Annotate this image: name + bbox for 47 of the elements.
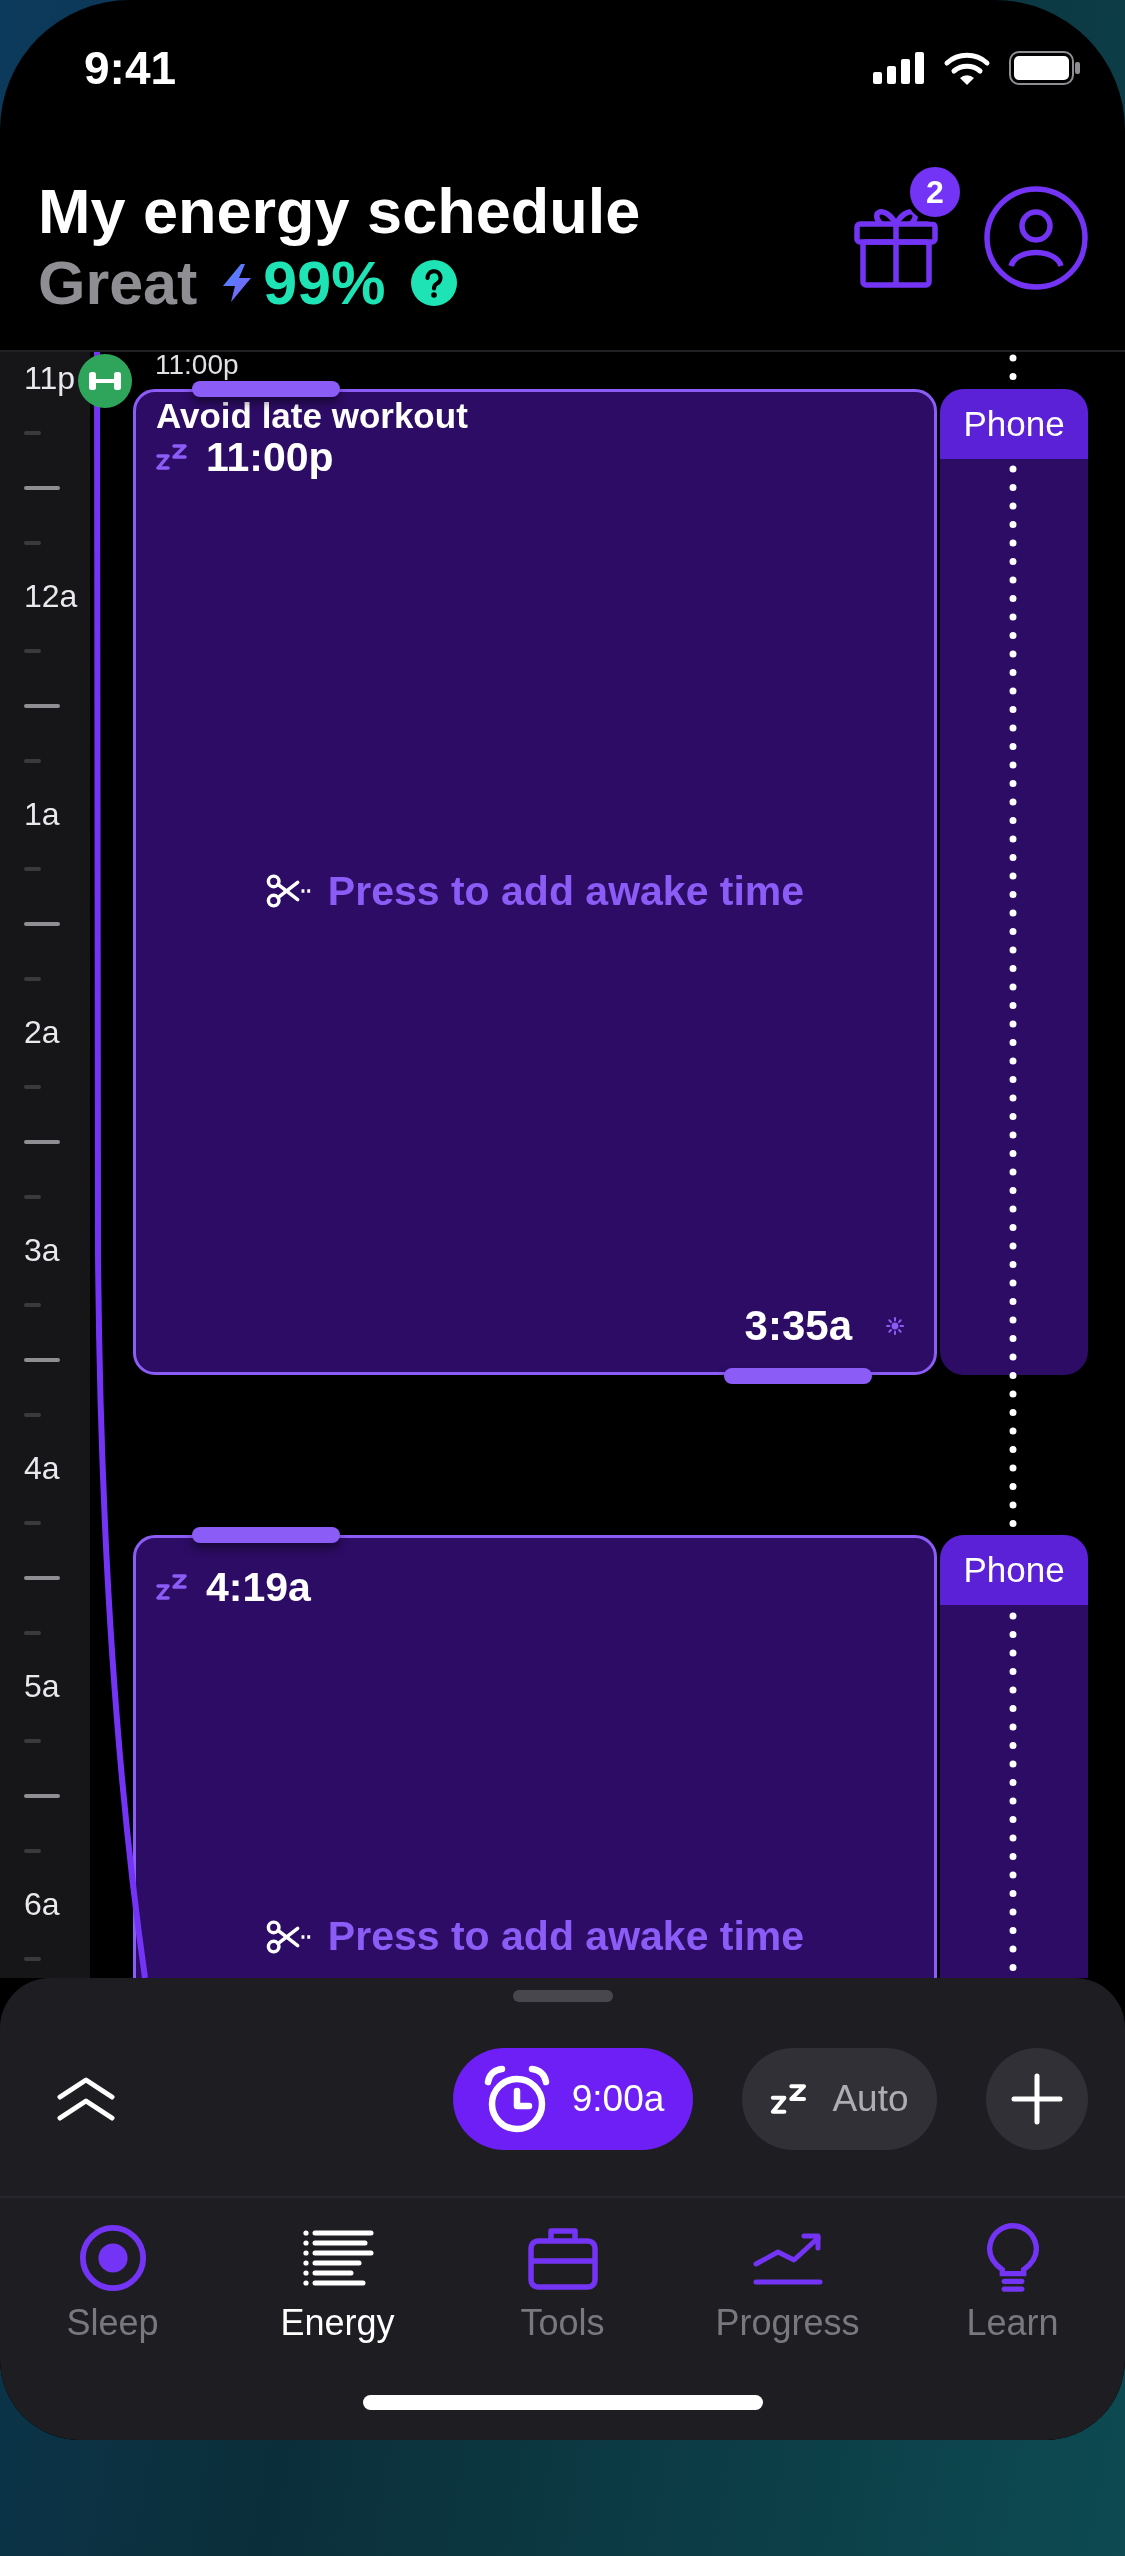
start-time: 11:00p [206,434,334,480]
start-time: 4:19a [206,1564,311,1610]
profile-icon[interactable] [984,186,1088,290]
marker-time: 11:00p [155,352,239,380]
hour-label: 3a [24,1231,60,1270]
phone-label: Phone [940,389,1088,459]
drag-handle[interactable] [192,1527,340,1543]
help-icon[interactable] [411,260,458,306]
sleep-z-icon [770,2084,809,2114]
signal-icon [873,52,925,84]
hour-label: 6a [24,1885,60,1924]
sleep-mode-button[interactable]: Auto [742,2048,937,2150]
drag-handle[interactable] [724,1368,872,1384]
tab[interactable]: Tools [450,2198,675,2348]
phone-label: Phone [940,1535,1088,1605]
end-time: 3:35a [744,1302,852,1350]
hour-label: 5a [24,1667,60,1706]
hour-label: 12a [24,577,78,616]
add-awake-time-link[interactable]: Press to add awake time [327,1913,805,1960]
sleep-block[interactable]: Avoid late workout 11:00p Press to add awake time 3:35a [133,389,937,1375]
sun-icon [886,1317,904,1335]
hour-label: 1a [24,795,60,834]
double-chevron-up-icon[interactable] [55,2076,117,2122]
sleep-block[interactable]: 4:19a Press to add awake time [133,1535,937,1978]
tab[interactable]: Learn [900,2198,1125,2348]
drag-handle[interactable] [192,381,340,397]
plus-icon [1011,2073,1063,2125]
alarm-button[interactable]: 9:00a [453,2048,693,2150]
sheet-grabber[interactable] [512,1990,613,2002]
energy-score: 99% [263,248,386,318]
wifi-icon [943,51,991,85]
dumbbell-icon[interactable] [78,354,132,408]
hour-label: 11p [24,359,75,398]
sleep-z-icon [156,444,188,470]
tab[interactable]: Progress [675,2198,900,2348]
lightning-icon [221,264,254,302]
page-title: My energy schedule [38,176,641,246]
event-title: Avoid late workout [155,398,469,434]
hour-label: 2a [24,1013,60,1052]
add-awake-time-link[interactable]: Press to add awake time [327,867,805,915]
tab[interactable]: Sleep [0,2198,225,2348]
tab[interactable]: Energy [225,2198,450,2348]
sleep-z-icon [156,1574,188,1600]
battery-icon [1009,51,1081,85]
energy-rating: Great [38,248,198,318]
hour-label: 4a [24,1449,60,1488]
status-time: 9:41 [84,41,177,95]
